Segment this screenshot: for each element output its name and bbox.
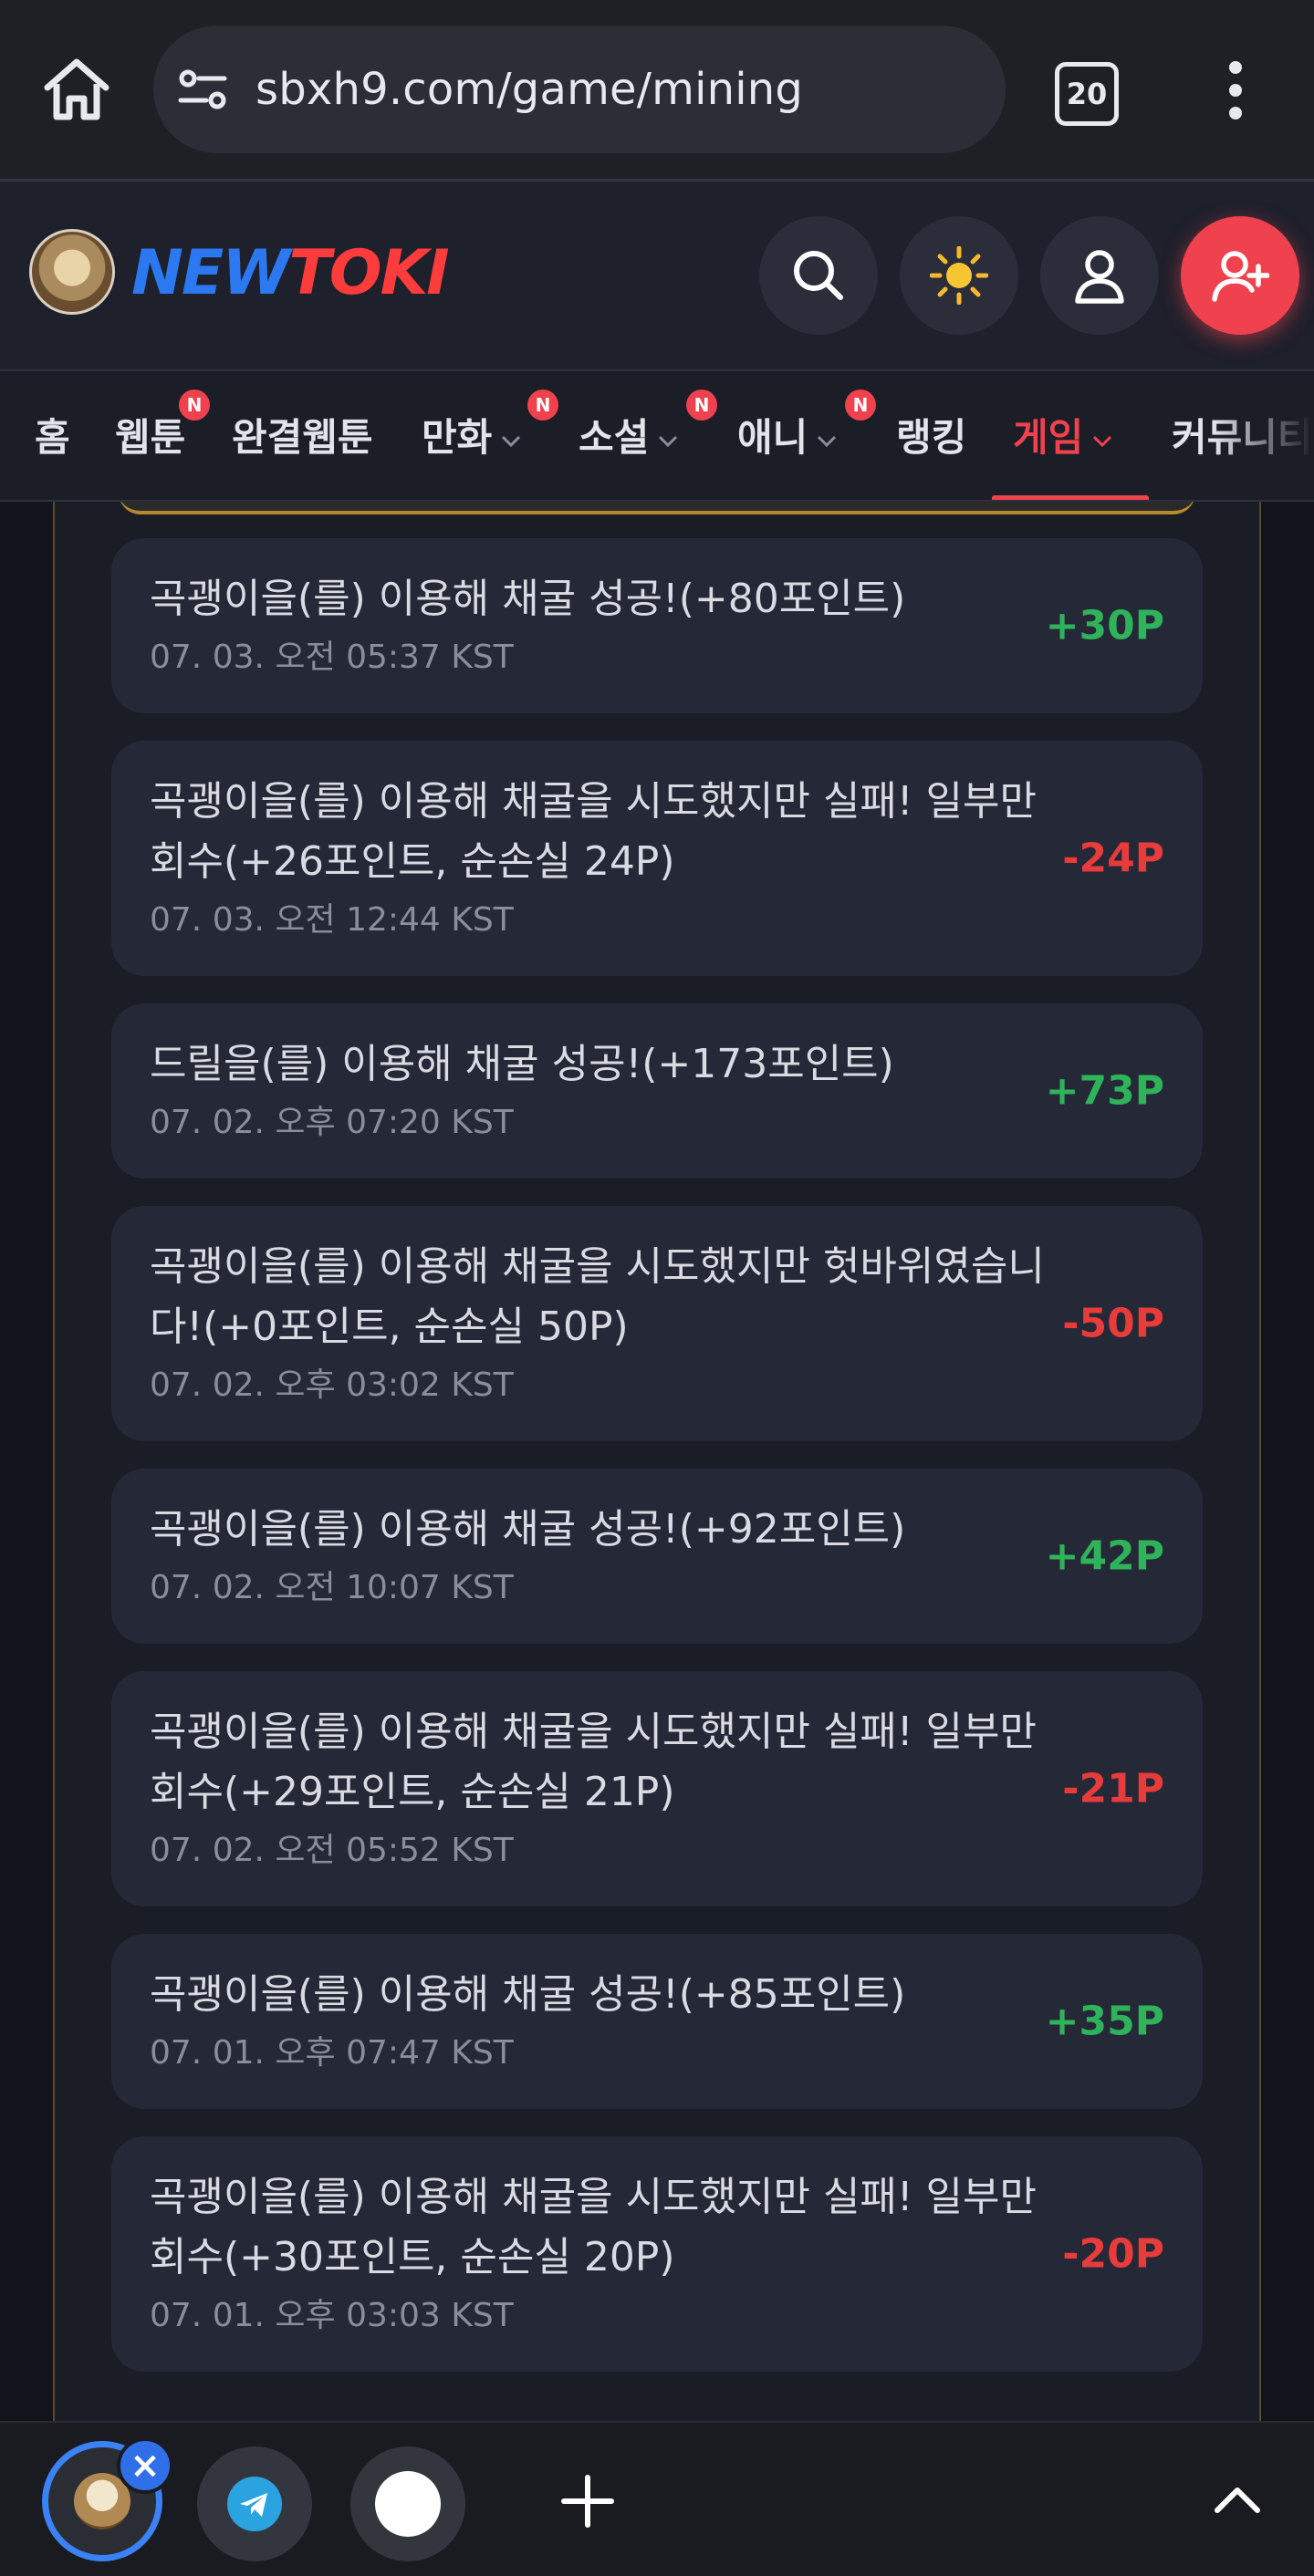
chevron-down-icon xyxy=(818,435,837,447)
log-message: 곡괭이을(를) 이용해 채굴을 시도했지만 실패! 일부만 회수(+26포인트,… xyxy=(150,778,1037,885)
log-message: 곡괭이을(를) 이용해 채굴 성공!(+80포인트) xyxy=(150,576,906,622)
tab-switcher-button[interactable]: 20 xyxy=(1055,62,1119,126)
nav-ranking[interactable]: 랭킹 xyxy=(896,371,966,500)
log-points-delta: -50P xyxy=(1062,1300,1164,1347)
chevron-down-icon xyxy=(1093,435,1112,447)
user-plus-icon xyxy=(1212,251,1269,302)
site-header: NEWTOKI xyxy=(0,182,1314,369)
plus-icon[interactable] xyxy=(558,2472,617,2530)
nav-anime[interactable]: 애니 xyxy=(737,371,839,500)
logo-mascot[interactable] xyxy=(29,229,115,315)
log-item: 곡괭이을(를) 이용해 채굴 성공!(+85포인트) 07. 01. 오후 07:… xyxy=(111,1934,1203,2109)
user-icon xyxy=(1075,250,1124,304)
panel-header-edge xyxy=(119,502,1195,514)
telegram-icon xyxy=(227,2477,282,2531)
new-badge: N xyxy=(845,390,876,421)
log-points-delta: -24P xyxy=(1062,835,1164,882)
log-points-delta: +30P xyxy=(1045,602,1164,649)
chevron-down-icon xyxy=(502,435,521,447)
blank-favicon xyxy=(375,2471,441,2537)
log-timestamp: 07. 02. 오전 10:07 KST xyxy=(150,1569,514,1606)
bottom-tab-strip: × xyxy=(0,2421,1314,2576)
log-message: 곡괭이을(를) 이용해 채굴을 시도했지만 헛바위였습니다!(+0포인트, 순손… xyxy=(150,1243,1045,1350)
nav-fade xyxy=(1214,371,1314,500)
mining-log-section: 곡괭이을(를) 이용해 채굴 성공!(+80포인트) 07. 03. 오전 05:… xyxy=(0,502,1314,2421)
log-timestamp: 07. 03. 오전 05:37 KST xyxy=(150,639,514,676)
address-bar[interactable]: sbxh9.com/game/mining xyxy=(153,26,1006,153)
log-points-delta: -20P xyxy=(1062,2230,1164,2278)
log-message: 곡괭이을(를) 이용해 채굴을 시도했지만 실패! 일부만 회수(+30포인트,… xyxy=(150,2174,1037,2280)
logo-toki-text: TOKI xyxy=(288,237,449,309)
nav-game[interactable]: 게임 xyxy=(1013,371,1114,500)
log-item: 곡괭이을(를) 이용해 채굴 성공!(+80포인트) 07. 03. 오전 05:… xyxy=(111,538,1203,713)
join-button[interactable] xyxy=(1181,216,1299,335)
more-vert-icon[interactable] xyxy=(1223,58,1248,122)
nav-active-indicator xyxy=(992,495,1149,500)
log-message: 곡괭이을(를) 이용해 채굴 성공!(+85포인트) xyxy=(150,1971,906,2018)
log-timestamp: 07. 02. 오후 03:02 KST xyxy=(150,1366,514,1404)
log-message: 곡괭이을(를) 이용해 채굴을 시도했지만 실패! 일부만 회수(+29포인트,… xyxy=(150,1709,1037,1815)
log-item: 드릴을(를) 이용해 채굴 성공!(+173포인트) 07. 02. 오후 07:… xyxy=(111,1003,1203,1179)
log-timestamp: 07. 01. 오후 03:03 KST xyxy=(150,2297,514,2334)
site-settings-icon[interactable] xyxy=(177,64,228,115)
new-badge: N xyxy=(686,390,717,421)
nav-manga[interactable]: 만화 xyxy=(422,371,523,500)
profile-button[interactable] xyxy=(1040,216,1159,335)
main-nav: 홈 웹툰 N 완결웹툰 만화 N 소설 N 애니 N 랭킹 게임 커뮤니티 xyxy=(0,369,1314,502)
theme-toggle-button[interactable] xyxy=(900,216,1018,335)
log-points-delta: +73P xyxy=(1045,1067,1164,1115)
mining-log-list: 곡괭이을(를) 이용해 채굴 성공!(+80포인트) 07. 03. 오전 05:… xyxy=(111,538,1203,2399)
log-timestamp: 07. 03. 오전 12:44 KST xyxy=(150,901,514,939)
log-timestamp: 07. 02. 오후 07:20 KST xyxy=(150,1104,514,1141)
nav-home[interactable]: 홈 xyxy=(35,371,70,500)
nav-novel[interactable]: 소설 xyxy=(579,371,680,500)
log-timestamp: 07. 01. 오후 07:47 KST xyxy=(150,2034,514,2072)
log-item: 곡괭이을(를) 이용해 채굴을 시도했지만 실패! 일부만 회수(+29포인트,… xyxy=(111,1671,1203,1906)
search-button[interactable] xyxy=(759,216,878,335)
tab-blank[interactable] xyxy=(350,2446,465,2561)
new-badge: N xyxy=(527,390,558,421)
log-points-delta: -21P xyxy=(1062,1765,1164,1813)
sun-icon xyxy=(930,246,988,305)
log-item: 곡괭이을(를) 이용해 채굴을 시도했지만 실패! 일부만 회수(+26포인트,… xyxy=(111,741,1203,976)
close-tab-icon[interactable]: × xyxy=(117,2437,173,2494)
log-message: 드릴을(를) 이용해 채굴 성공!(+173포인트) xyxy=(150,1041,894,1087)
browser-toolbar: sbxh9.com/game/mining 20 xyxy=(0,0,1314,182)
log-item: 곡괭이을(를) 이용해 채굴을 시도했지만 헛바위였습니다!(+0포인트, 순손… xyxy=(111,1206,1203,1441)
logo-new-text: NEW xyxy=(131,237,290,309)
home-icon[interactable] xyxy=(42,57,111,122)
chevron-down-icon xyxy=(659,435,678,447)
log-message: 곡괭이을(를) 이용해 채굴 성공!(+92포인트) xyxy=(150,1506,906,1553)
tab-telegram[interactable] xyxy=(197,2446,312,2561)
site-logo[interactable]: NEWTOKI xyxy=(131,233,450,315)
log-points-delta: +42P xyxy=(1045,1532,1164,1580)
new-badge: N xyxy=(179,390,210,421)
log-timestamp: 07. 02. 오전 05:52 KST xyxy=(150,1832,514,1869)
chevron-up-icon[interactable] xyxy=(1212,2481,1263,2518)
log-item: 곡괭이을(를) 이용해 채굴을 시도했지만 실패! 일부만 회수(+30포인트,… xyxy=(111,2136,1203,2372)
nav-completed-webtoon[interactable]: 완결웹툰 xyxy=(232,371,373,500)
log-points-delta: +35P xyxy=(1045,1998,1164,2045)
nav-webtoon[interactable]: 웹툰 xyxy=(115,371,185,500)
url-text[interactable]: sbxh9.com/game/mining xyxy=(256,26,803,153)
log-item: 곡괭이을(를) 이용해 채굴 성공!(+92포인트) 07. 02. 오전 10:… xyxy=(111,1469,1203,1644)
search-icon xyxy=(794,251,843,300)
